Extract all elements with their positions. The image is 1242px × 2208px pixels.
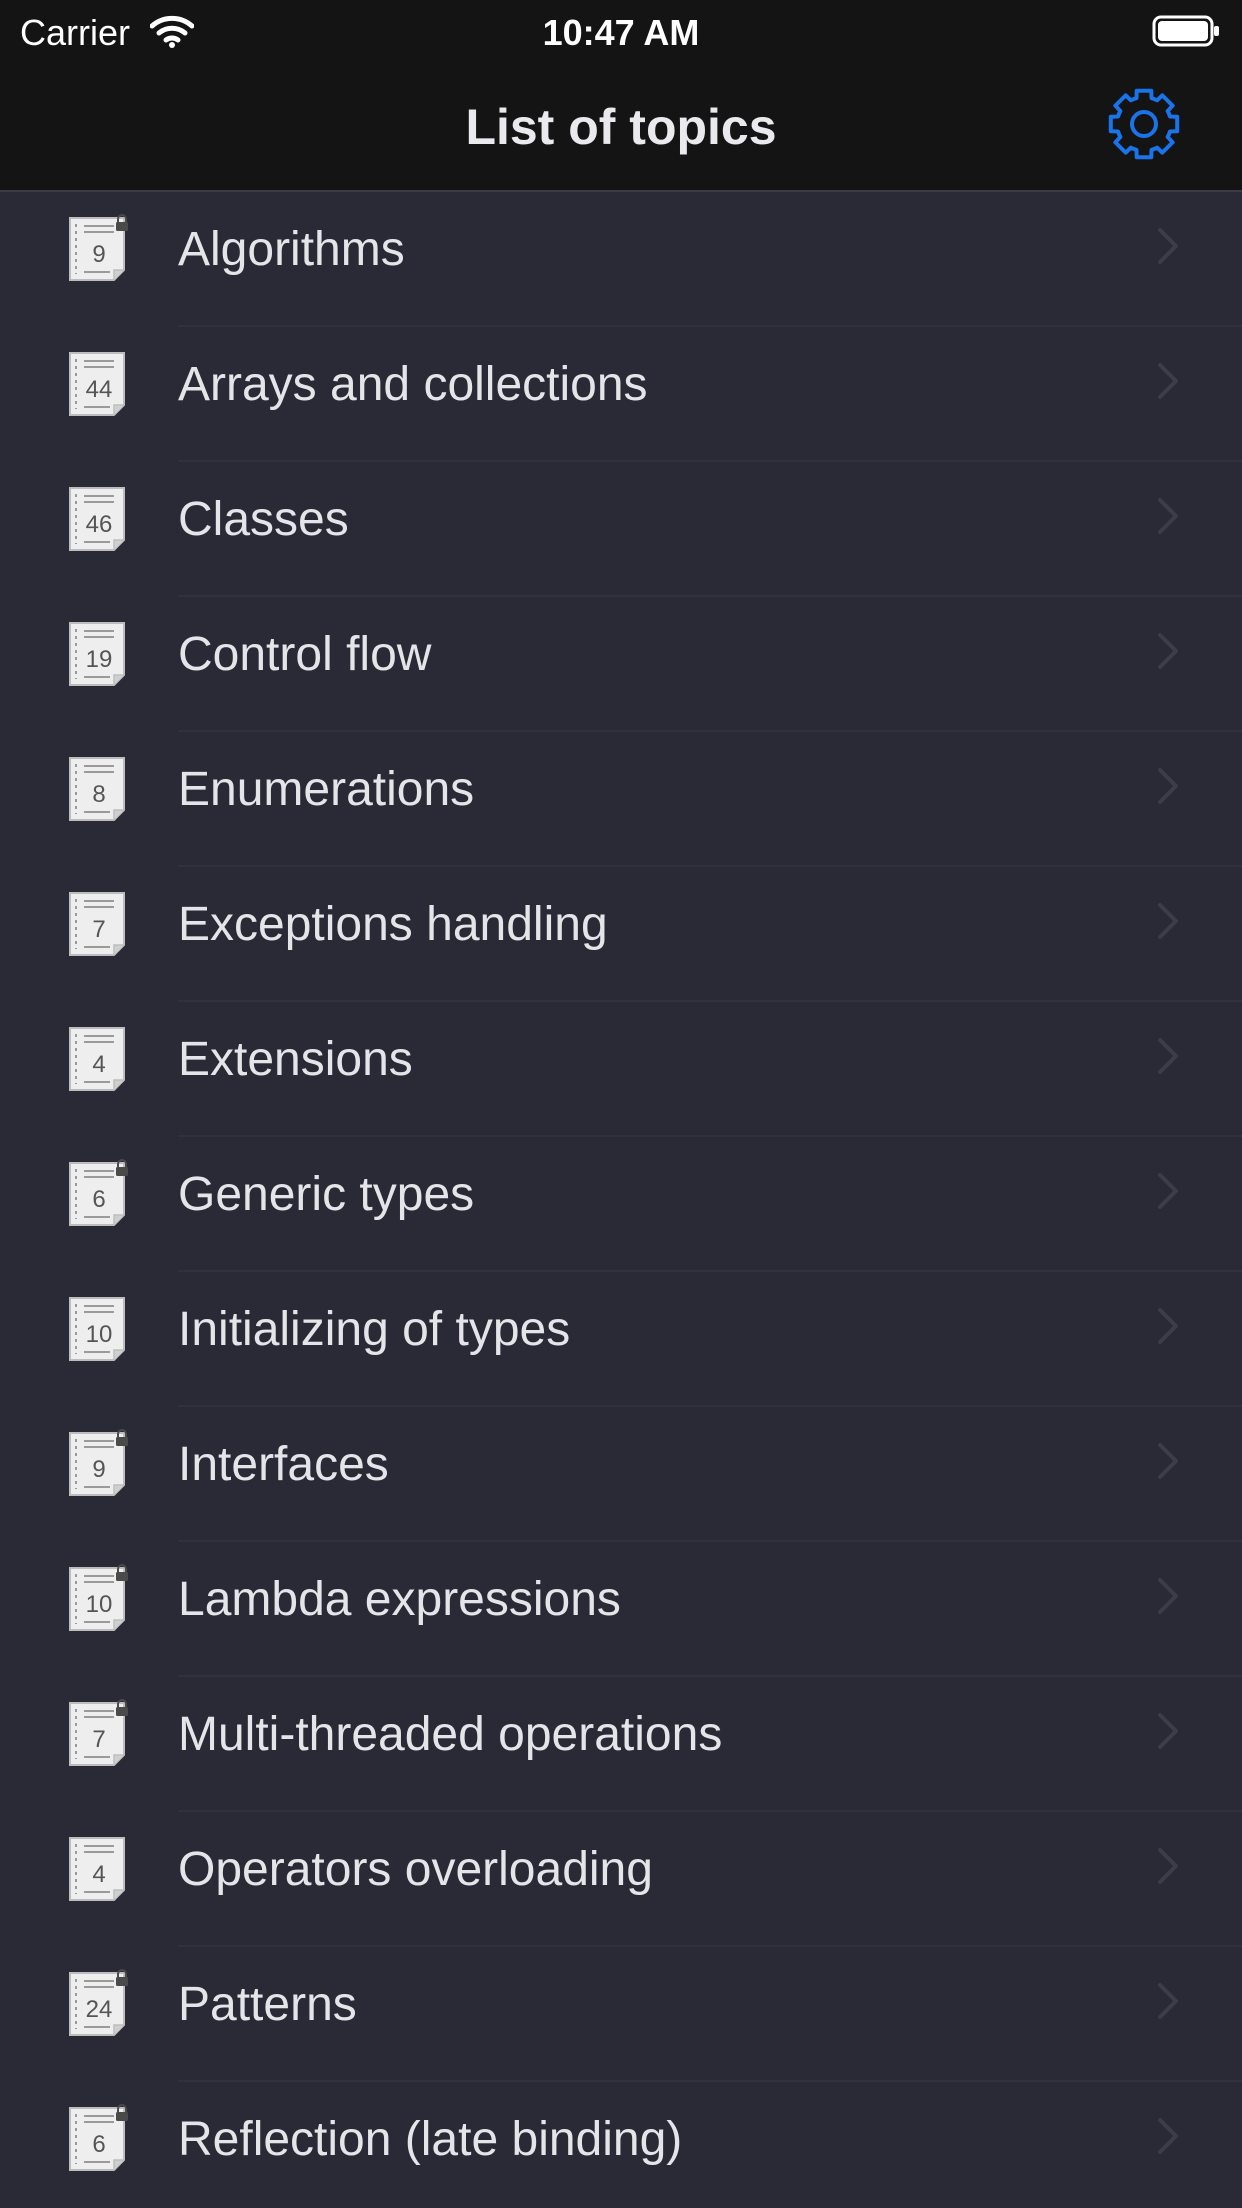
topic-label: Arrays and collections <box>178 358 648 411</box>
topic-label: Extensions <box>178 1033 413 1086</box>
chevron-right-icon <box>1156 361 1180 406</box>
note-count: 8 <box>92 781 105 808</box>
note-count: 6 <box>92 2131 105 2158</box>
topic-list: 9 Algorithms 44 Arrays and collections 46 Cla… <box>0 192 1242 2208</box>
note-count-icon: 19 <box>66 617 130 689</box>
topic-label: Control flow <box>178 628 432 681</box>
topic-row[interactable]: 4 Extensions <box>0 1002 1242 1137</box>
note-count: 4 <box>92 1861 105 1888</box>
note-count: 6 <box>92 1186 105 1213</box>
topic-row[interactable]: 7 Exceptions handling <box>0 867 1242 1002</box>
note-count: 7 <box>92 916 105 943</box>
note-count-icon: 6 <box>66 2102 130 2174</box>
topic-row[interactable]: 19 Control flow <box>0 597 1242 732</box>
topic-label: Interfaces <box>178 1438 389 1491</box>
chevron-right-icon <box>1156 1441 1180 1486</box>
chevron-right-icon <box>1156 1306 1180 1351</box>
note-count-icon: 9 <box>66 1427 130 1499</box>
topic-row[interactable]: 10 Initializing of types <box>0 1272 1242 1407</box>
topic-row[interactable]: 6 Generic types <box>0 1137 1242 1272</box>
topic-label: Enumerations <box>178 763 475 816</box>
chevron-right-icon <box>1156 496 1180 541</box>
gear-icon <box>1106 86 1182 167</box>
note-count: 10 <box>86 1591 113 1618</box>
chevron-right-icon <box>1156 1171 1180 1216</box>
note-count: 19 <box>86 646 113 673</box>
note-count-icon: 10 <box>66 1562 130 1634</box>
topic-label: Algorithms <box>178 223 405 276</box>
topic-label: Operators overloading <box>178 1843 653 1896</box>
chevron-right-icon <box>1156 2116 1180 2161</box>
topic-row[interactable]: 9 Algorithms <box>0 192 1242 327</box>
topic-row[interactable]: 24 Patterns <box>0 1947 1242 2082</box>
topic-label: Lambda expressions <box>178 1573 621 1626</box>
topic-row[interactable]: 44 Arrays and collections <box>0 327 1242 462</box>
topic-label: Exceptions handling <box>178 898 608 951</box>
topic-label: Initializing of types <box>178 1303 571 1356</box>
topic-label: Generic types <box>178 1168 475 1221</box>
status-time: 10:47 AM <box>542 12 700 53</box>
page-title: List of topics <box>465 99 777 155</box>
topic-label: Classes <box>178 493 349 546</box>
topic-label: Reflection (late binding) <box>178 2113 683 2166</box>
note-count-icon: 4 <box>66 1832 130 1904</box>
note-count: 46 <box>86 511 113 538</box>
chevron-right-icon <box>1156 1711 1180 1756</box>
navigation-bar: List of topics <box>0 62 1242 192</box>
topic-row[interactable]: 46 Classes <box>0 462 1242 597</box>
note-count-icon: 6 <box>66 1157 130 1229</box>
note-count-icon: 24 <box>66 1967 130 2039</box>
battery-icon <box>1152 14 1222 53</box>
topic-row[interactable]: 10 Lambda expressions <box>0 1542 1242 1677</box>
note-count-icon: 7 <box>66 887 130 959</box>
note-count-icon: 46 <box>66 482 130 554</box>
note-count-icon: 8 <box>66 752 130 824</box>
note-count: 44 <box>86 376 113 403</box>
chevron-right-icon <box>1156 1036 1180 1081</box>
note-count: 7 <box>92 1726 105 1753</box>
status-bar: Carrier 10:47 AM <box>0 0 1242 62</box>
note-count: 10 <box>86 1321 113 1348</box>
chevron-right-icon <box>1156 226 1180 271</box>
settings-button[interactable] <box>1102 84 1186 168</box>
note-count: 9 <box>92 1456 105 1483</box>
topic-row[interactable]: 7 Multi-threaded operations <box>0 1677 1242 1812</box>
chevron-right-icon <box>1156 631 1180 676</box>
note-count: 4 <box>92 1051 105 1078</box>
topic-row[interactable]: 9 Interfaces <box>0 1407 1242 1542</box>
chevron-right-icon <box>1156 1846 1180 1891</box>
note-count-icon: 4 <box>66 1022 130 1094</box>
topic-label: Multi-threaded operations <box>178 1708 723 1761</box>
chevron-right-icon <box>1156 1576 1180 1621</box>
note-count-icon: 9 <box>66 212 130 284</box>
chevron-right-icon <box>1156 901 1180 946</box>
topic-row[interactable]: 8 Enumerations <box>0 732 1242 867</box>
note-count-icon: 44 <box>66 347 130 419</box>
note-count: 24 <box>86 1996 113 2023</box>
topic-label: Patterns <box>178 1978 357 2031</box>
topic-row[interactable]: 4 Operators overloading <box>0 1812 1242 1947</box>
chevron-right-icon <box>1156 766 1180 811</box>
note-count: 9 <box>92 241 105 268</box>
chevron-right-icon <box>1156 1981 1180 2026</box>
topic-row[interactable]: 6 Reflection (late binding) <box>0 2082 1242 2208</box>
note-count-icon: 10 <box>66 1292 130 1364</box>
note-count-icon: 7 <box>66 1697 130 1769</box>
